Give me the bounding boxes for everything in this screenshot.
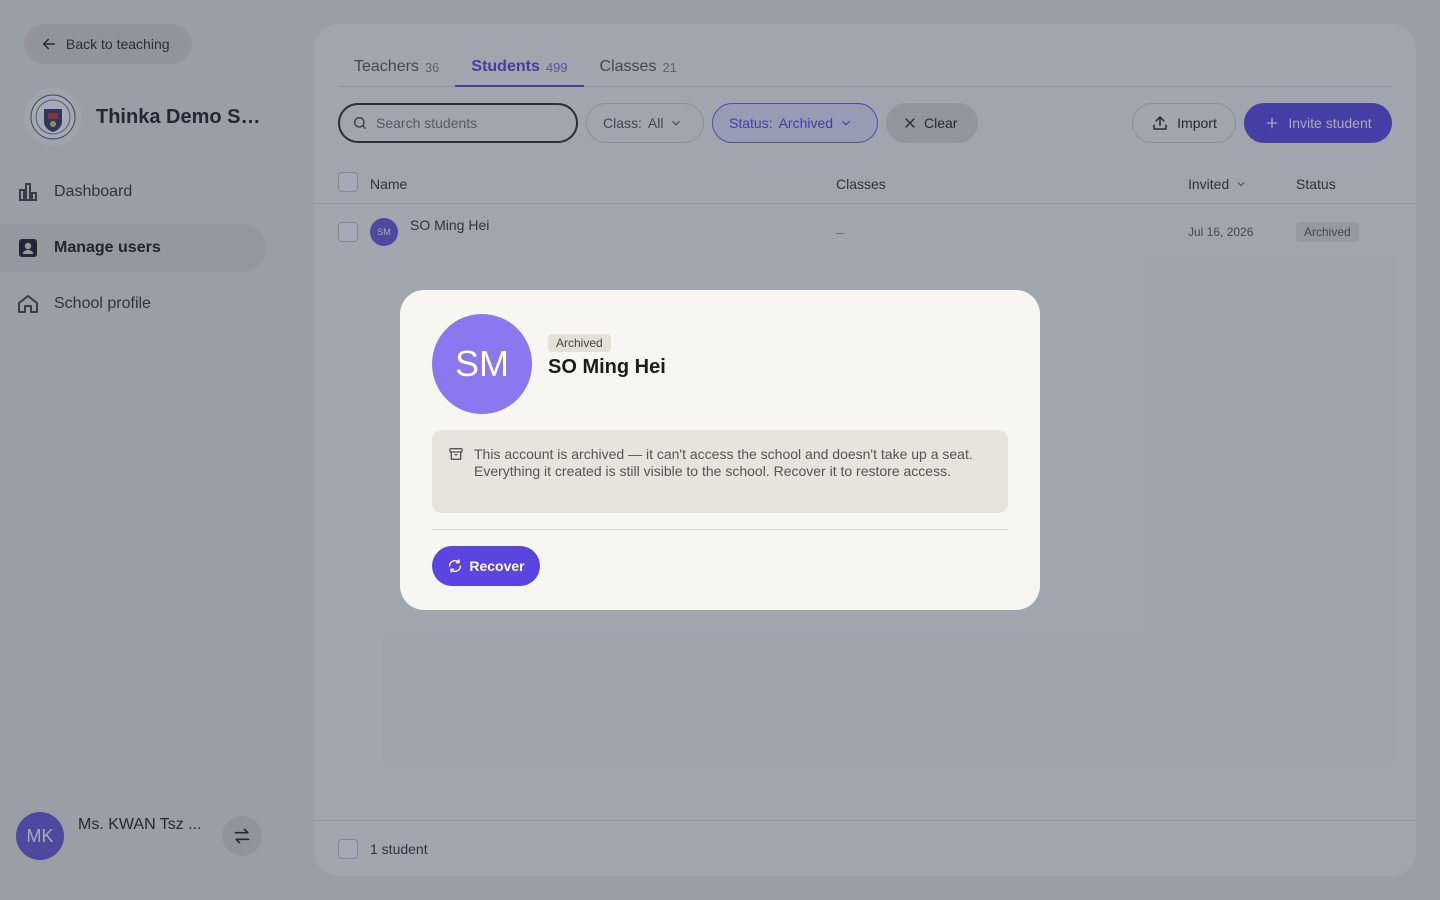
archived-notice: This account is archived — it can't acce… bbox=[432, 430, 1008, 513]
student-name: SO Ming Hei bbox=[548, 356, 666, 378]
notice-text: This account is archived — it can't acce… bbox=[474, 446, 973, 479]
divider bbox=[432, 529, 1008, 530]
status-badge: Archived bbox=[548, 334, 611, 352]
archive-box-icon bbox=[449, 448, 463, 460]
student-detail-modal: SM Archived SO Ming Hei This account is … bbox=[400, 290, 1040, 610]
recover-label: Recover bbox=[469, 558, 525, 574]
refresh-icon bbox=[449, 559, 462, 573]
avatar: SM bbox=[432, 314, 532, 414]
recover-button[interactable]: Recover bbox=[432, 546, 540, 586]
